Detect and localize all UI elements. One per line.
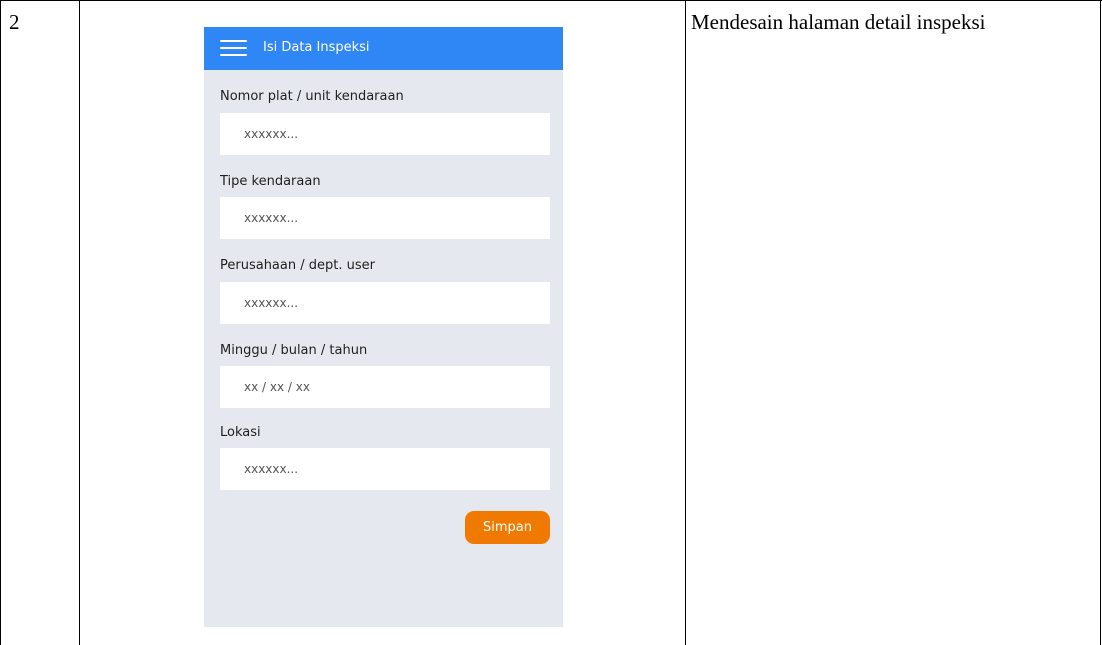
field-label-plate-number: Nomor plat / unit kendaraan — [220, 89, 404, 104]
vehicle-type-input[interactable] — [220, 197, 550, 239]
table-right-border — [1100, 0, 1101, 645]
table-column-divider — [685, 0, 686, 645]
field-label-company-dept: Perusahaan / dept. user — [220, 258, 375, 273]
field-label-vehicle-type: Tipe kendaraan — [220, 174, 321, 189]
field-label-week-month-year: Minggu / bulan / tahun — [220, 343, 368, 358]
mobile-screen-mockup: Isi Data Inspeksi Nomor plat / unit kend… — [204, 27, 563, 627]
app-bar: Isi Data Inspeksi — [204, 27, 563, 70]
company-dept-input[interactable] — [220, 282, 550, 324]
hamburger-menu-icon[interactable] — [220, 39, 247, 57]
app-bar-title: Isi Data Inspeksi — [263, 40, 370, 55]
row-number: 2 — [9, 10, 20, 34]
save-button[interactable]: Simpan — [465, 511, 550, 544]
table-left-border — [0, 0, 1, 645]
location-input[interactable] — [220, 448, 550, 490]
plate-number-input[interactable] — [220, 113, 550, 155]
row-description: Mendesain halaman detail inspeksi — [691, 10, 986, 34]
table-column-divider — [79, 0, 80, 645]
week-month-year-input[interactable] — [220, 366, 550, 408]
table-top-border — [0, 0, 1102, 1]
field-label-location: Lokasi — [220, 425, 261, 440]
